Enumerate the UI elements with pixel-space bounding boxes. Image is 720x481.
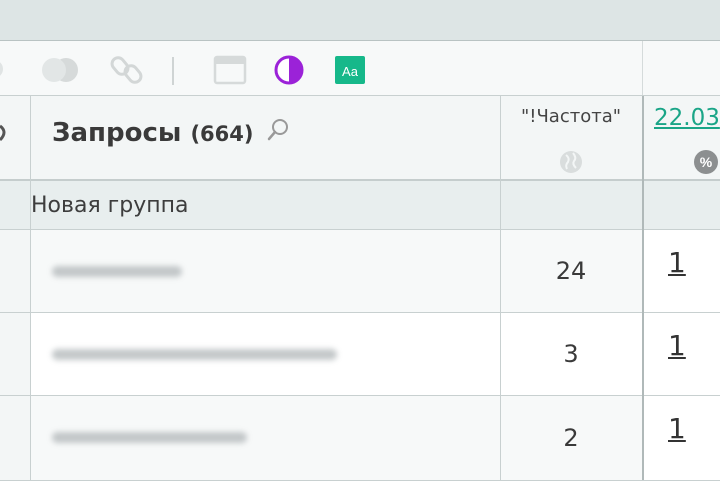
query-cell: [30, 396, 500, 480]
frequency-cell: 2: [500, 396, 642, 480]
contrast-icon[interactable]: [272, 54, 306, 86]
globe-icon: [558, 149, 584, 175]
date-column-link[interactable]: 22.03: [654, 105, 720, 131]
position-link[interactable]: 1: [668, 412, 686, 445]
frequency-value: 2: [563, 424, 579, 452]
toolbar-divider: [642, 41, 643, 95]
table-row[interactable]: 24 1: [0, 230, 720, 313]
percent-icon[interactable]: %: [692, 148, 720, 176]
query-count: (664): [190, 122, 254, 146]
position-link[interactable]: 1: [668, 329, 686, 362]
grid-line: [642, 96, 644, 480]
query-cell: [30, 230, 500, 312]
grid-line: [500, 96, 501, 480]
query-title-text: Запросы: [52, 118, 182, 148]
search-icon[interactable]: [267, 118, 289, 149]
link-icon[interactable]: [110, 54, 146, 86]
toggle-icon[interactable]: [38, 56, 80, 84]
frequency-value: 3: [563, 340, 579, 368]
query-column-title[interactable]: Запросы (664): [52, 118, 289, 149]
table-row[interactable]: 2 1: [0, 396, 720, 481]
panel-icon[interactable]: [212, 54, 248, 86]
top-bar: [0, 0, 720, 41]
position-cell: 1: [644, 313, 720, 395]
position-link[interactable]: 1: [668, 246, 686, 279]
toolbar-separator: [170, 56, 176, 86]
position-cell: 1: [644, 230, 720, 312]
frequency-column-title[interactable]: "!Частота": [500, 106, 642, 127]
blurred-query: [52, 432, 247, 443]
frequency-cell: 24: [500, 230, 642, 312]
frequency-cell: 3: [500, 313, 642, 395]
sort-icon[interactable]: [0, 118, 10, 154]
row-marker-cell: [0, 313, 30, 395]
row-marker-cell: [0, 396, 30, 480]
grid-line: [30, 96, 31, 480]
query-cell: [30, 313, 500, 395]
row-marker-cell: [0, 230, 30, 312]
cut-off-icon[interactable]: [0, 58, 10, 80]
percent-label: %: [700, 154, 713, 170]
blurred-query: [52, 266, 182, 277]
font-case-icon[interactable]: Aa: [334, 55, 366, 85]
frequency-value: 24: [555, 257, 587, 285]
position-cell: 1: [644, 396, 720, 480]
blurred-query: [52, 349, 337, 360]
font-case-label: Aa: [342, 64, 359, 79]
table-row[interactable]: 3 1: [0, 313, 720, 396]
group-label: Новая группа: [31, 193, 189, 218]
